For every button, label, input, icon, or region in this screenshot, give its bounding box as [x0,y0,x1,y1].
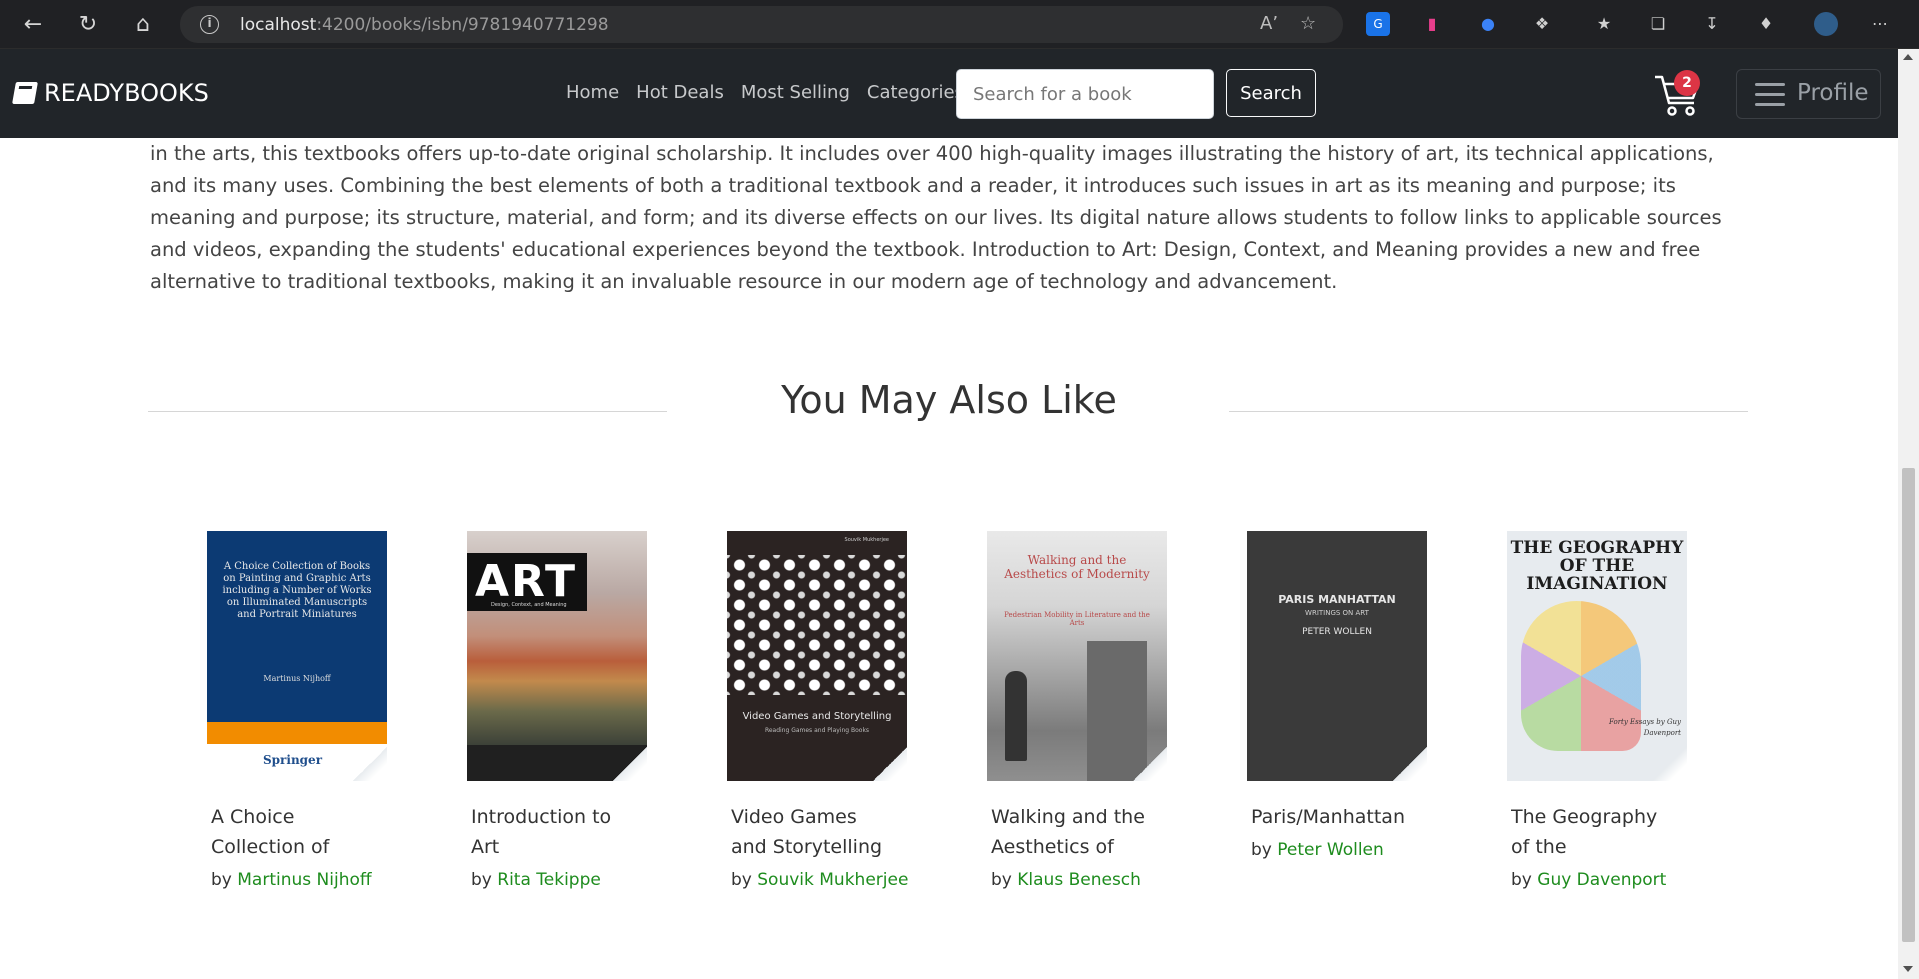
cover-title: A Choice Collection of Books on Painting… [222,561,372,620]
drop-extension-icon[interactable]: ● [1476,12,1500,36]
profile-label: Profile [1797,80,1869,106]
home-icon[interactable]: ⌂ [128,10,158,40]
book-cover[interactable]: PARIS MANHATTAN WRITINGS ON ART PETER WO… [1247,531,1427,781]
book-card[interactable]: Walking and the Aesthetics of Modernity … [987,531,1167,890]
nav-link-home[interactable]: Home [566,82,619,103]
profile-button[interactable]: Profile [1736,69,1881,119]
profile-avatar-icon[interactable] [1814,12,1838,36]
book-author: by Martinus Nijhoff [211,870,372,890]
book-title[interactable]: Introduction to Art [471,802,636,864]
cover-title: PARIS MANHATTAN [1278,593,1396,606]
cover-subtitle: Design, Context, and Meaning [491,602,567,608]
cart-count-badge: 2 [1674,70,1700,96]
page-curl-icon [1393,747,1427,781]
extensions-icon[interactable]: ❖ [1530,12,1554,36]
book-author: by Klaus Benesch [991,870,1141,890]
divider-right [1229,411,1748,412]
page-curl-icon [1653,747,1687,781]
favorite-add-icon[interactable]: ☆ [1300,13,1316,34]
book-card[interactable]: Souvik Mukherjee Video Games and Storyte… [727,531,908,890]
book-card[interactable]: A Choice Collection of Books on Painting… [207,531,387,890]
brand-name: READYBOOKS [44,79,209,107]
cover-figure [1005,671,1027,761]
book-cover[interactable]: Souvik Mukherjee Video Games and Storyte… [727,531,907,781]
author-link[interactable]: Souvik Mukherjee [757,870,908,890]
menu-icon [1755,83,1785,107]
translate-extension-icon[interactable]: G [1366,12,1390,36]
search-button[interactable]: Search [1226,69,1316,117]
author-link[interactable]: Rita Tekippe [497,870,601,890]
book-title[interactable]: The Geography of the Imagination [1511,802,1676,864]
brand-logo[interactable]: READYBOOKS [12,79,209,107]
book-card[interactable]: THE GEOGRAPHY OF THE IMAGINATION Forty E… [1507,531,1687,890]
page-curl-icon [873,747,907,781]
book-icon [12,82,38,104]
cover-subtitle: Reading Games and Playing Books [764,727,870,734]
cover-band [207,722,387,744]
address-url[interactable]: localhost:4200/books/isbn/9781940771298 [240,15,609,35]
book-author: by Souvik Mukherjee [731,870,908,890]
categories-label: Categories [866,82,964,103]
cover-author: Souvik Mukherjee [844,537,889,543]
site-info-icon[interactable]: i [200,15,219,34]
nav-link-most-selling[interactable]: Most Selling [741,82,850,103]
book-title[interactable]: Video Games and Storytelling [731,802,896,864]
refresh-icon[interactable]: ↻ [73,10,103,40]
downloads-icon[interactable]: ↧ [1700,12,1724,36]
book-cover[interactable]: ART Design, Context, and Meaning [467,531,647,781]
book-cover[interactable]: A Choice Collection of Books on Painting… [207,531,387,781]
book-cover[interactable]: THE GEOGRAPHY OF THE IMAGINATION Forty E… [1507,531,1687,781]
book-author: by Guy Davenport [1511,870,1666,890]
by-label: by [1251,840,1272,860]
cover-author: PETER WOLLEN [1302,627,1372,637]
book-card[interactable]: ART Design, Context, and Meaning Introdu… [467,531,647,890]
cover-title: Walking and the Aesthetics of Modernity [1004,553,1150,581]
by-label: by [731,870,752,890]
cover-subtitle: WRITINGS ON ART [1305,609,1369,617]
author-link[interactable]: Guy Davenport [1537,870,1666,890]
book-description: in the arts, this textbooks offers up-to… [150,142,1722,293]
nav-link-hot-deals[interactable]: Hot Deals [636,82,724,103]
read-aloud-icon[interactable]: A’ [1260,13,1278,34]
by-label: by [991,870,1012,890]
cover-publisher: Springer [263,753,323,767]
color-extension-icon[interactable]: ▮ [1420,12,1444,36]
scrollbar-thumb[interactable] [1902,468,1915,942]
section-title: You May Also Like [781,378,1117,422]
author-link[interactable]: Klaus Benesch [1017,870,1141,890]
book-cover[interactable]: Walking and the Aesthetics of Modernity … [987,531,1167,781]
favorites-icon[interactable]: ★ [1592,12,1616,36]
by-label: by [1511,870,1532,890]
search-input[interactable] [956,69,1214,119]
address-bar[interactable]: i localhost:4200/books/isbn/978194077129… [180,6,1343,43]
book-title[interactable]: Walking and the Aesthetics of [991,802,1156,864]
site-navbar: READYBOOKS Home Hot Deals Most Selling Cate… [0,49,1898,138]
cover-author: Martinus Nijhoff [263,674,331,683]
cover-subtitle: Pedestrian Mobility in Literature and th… [1004,611,1150,627]
performance-icon[interactable]: ♦ [1754,12,1778,36]
back-icon[interactable]: ← [18,10,48,40]
book-author: by Rita Tekippe [471,870,601,890]
book-card[interactable]: PARIS MANHATTAN WRITINGS ON ART PETER WO… [1247,531,1427,860]
scroll-down-icon[interactable] [1903,966,1913,972]
author-link[interactable]: Peter Wollen [1277,840,1384,860]
by-label: by [471,870,492,890]
cover-title: Video Games and Storytelling [742,711,892,722]
book-author: by Peter Wollen [1251,840,1384,860]
scroll-up-icon[interactable] [1903,54,1913,60]
by-label: by [211,870,232,890]
browser-toolbar: ← ↻ ⌂ i localhost:4200/books/isbn/978194… [0,0,1919,49]
cover-title: THE GEOGRAPHY OF THE IMAGINATION [1510,538,1684,594]
cover-pattern [727,555,907,695]
page-curl-icon [613,747,647,781]
collections-icon[interactable]: ❏ [1646,12,1670,36]
author-link[interactable]: Martinus Nijhoff [237,870,371,890]
more-options-icon[interactable]: ⋯ [1868,12,1892,36]
cover-subtitle: Forty Essays by Guy Davenport [1609,718,1681,737]
book-title[interactable]: A Choice Collection of [211,802,376,864]
page-curl-icon [353,747,387,781]
page-curl-icon [1133,747,1167,781]
